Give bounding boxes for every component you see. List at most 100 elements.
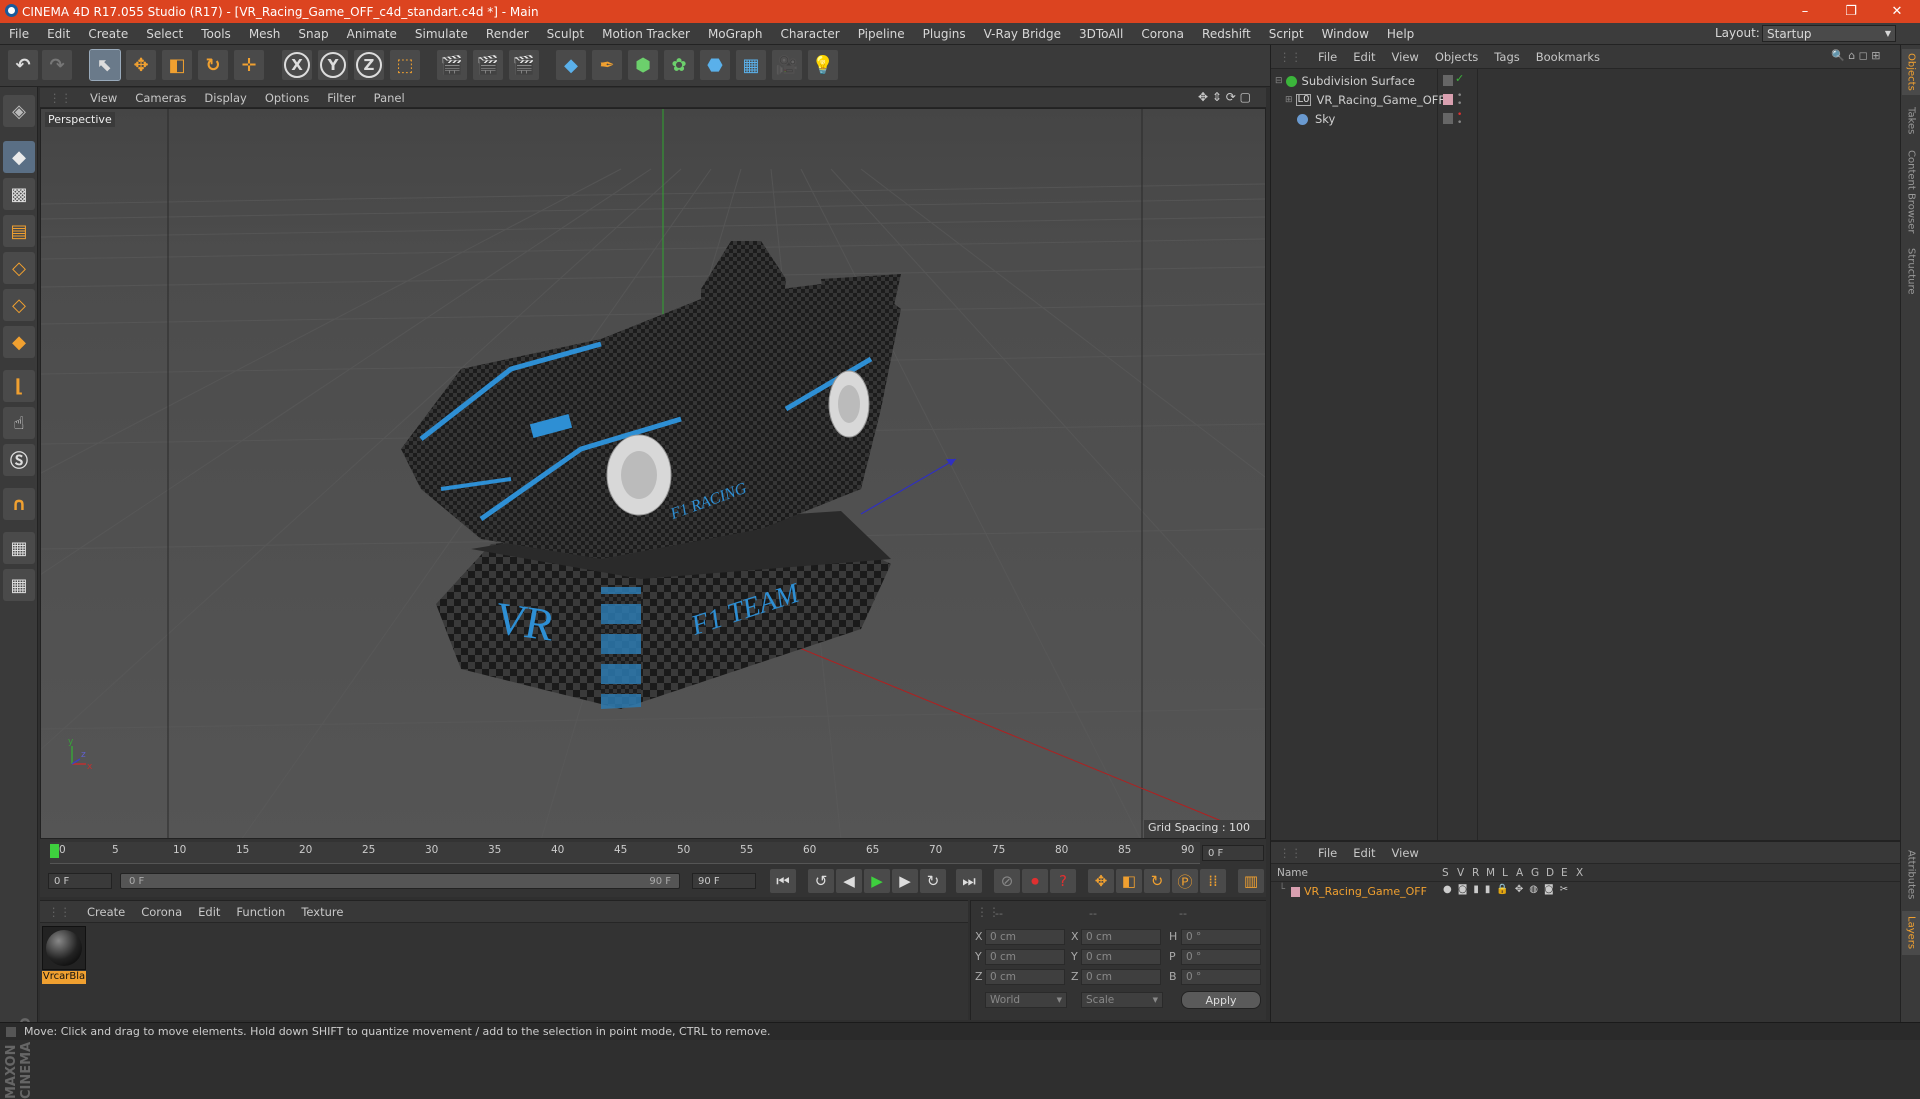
play-icon[interactable]: ▶ bbox=[864, 869, 890, 893]
previous-frame-icon[interactable]: ◀ bbox=[836, 869, 862, 893]
move-icon[interactable]: ✥ bbox=[126, 50, 156, 80]
menu-sculpt[interactable]: Sculpt bbox=[538, 27, 593, 41]
keyframe-selection-icon[interactable]: ? bbox=[1050, 869, 1076, 893]
z-axis-lock-icon[interactable]: Z bbox=[354, 50, 384, 80]
layer-row[interactable]: └ VR_Racing_Game_OFF ●◙▮▮🔒✥◍◙✂ bbox=[1271, 884, 1901, 900]
end-frame-field[interactable]: 90 F bbox=[692, 873, 756, 889]
rotate-icon[interactable]: ↻ bbox=[198, 50, 228, 80]
menu-help[interactable]: Help bbox=[1378, 27, 1423, 41]
menu-pipeline[interactable]: Pipeline bbox=[849, 27, 914, 41]
menu-script[interactable]: Script bbox=[1260, 27, 1313, 41]
edges-mode-icon[interactable]: ◇ bbox=[3, 289, 35, 321]
make-editable-icon[interactable]: ◈ bbox=[3, 95, 35, 127]
scale-icon[interactable]: ◧ bbox=[162, 50, 192, 80]
coord-system-select[interactable]: World ▼ bbox=[985, 992, 1067, 1008]
timeline-layout-icon[interactable]: ▥ bbox=[1238, 869, 1264, 893]
col-generators[interactable]: G bbox=[1531, 867, 1539, 879]
x-axis-lock-icon[interactable]: X bbox=[282, 50, 312, 80]
magnet-icon[interactable]: ∩ bbox=[3, 488, 35, 520]
col-deformers[interactable]: D bbox=[1546, 867, 1554, 879]
next-frame-icon[interactable]: ▶ bbox=[892, 869, 918, 893]
lm-menu-file[interactable]: File bbox=[1310, 846, 1345, 860]
menu-render[interactable]: Render bbox=[477, 27, 538, 41]
perspective-viewport[interactable]: VR F1 TEAM F1 RACING y x z Perspective G… bbox=[40, 108, 1266, 839]
layer-color-swatch[interactable] bbox=[1443, 94, 1453, 105]
menu-snap[interactable]: Snap bbox=[289, 27, 337, 41]
lm-menu-view[interactable]: View bbox=[1384, 846, 1427, 860]
pos-x-field[interactable]: 0 cm bbox=[985, 929, 1065, 945]
key-rotation-icon[interactable]: ↻ bbox=[1144, 869, 1170, 893]
workplane-lock-icon[interactable]: ▦ bbox=[3, 532, 35, 564]
deformer-icon[interactable]: ⬣ bbox=[700, 50, 730, 80]
material-menu-create[interactable]: Create bbox=[79, 905, 133, 919]
menu-vray-bridge[interactable]: V-Ray Bridge bbox=[975, 27, 1070, 41]
record-keys-icon[interactable]: ⊘ bbox=[994, 869, 1020, 893]
menu-create[interactable]: Create bbox=[79, 27, 137, 41]
om-search-icons[interactable]: 🔍 ⌂ ◻ ⊞ bbox=[1831, 49, 1881, 62]
key-position-icon[interactable]: ✥ bbox=[1088, 869, 1114, 893]
key-pla-icon[interactable]: ⁞⁞ bbox=[1200, 869, 1226, 893]
grid-snap-icon[interactable]: ▦ bbox=[3, 569, 35, 601]
viewport-camera-label[interactable]: Perspective bbox=[45, 112, 115, 127]
texture-mode-icon[interactable]: ▩ bbox=[3, 178, 35, 210]
tab-attributes[interactable]: Attributes bbox=[1902, 845, 1920, 905]
render-dots[interactable]: • • bbox=[1457, 111, 1462, 128]
menu-corona[interactable]: Corona bbox=[1132, 27, 1193, 41]
viewport-menu-cameras[interactable]: Cameras bbox=[126, 91, 195, 105]
next-key-icon[interactable]: ↻ bbox=[920, 869, 946, 893]
menu-animate[interactable]: Animate bbox=[338, 27, 406, 41]
camera-icon[interactable]: 🎥 bbox=[772, 50, 802, 80]
menu-motion-tracker[interactable]: Motion Tracker bbox=[593, 27, 699, 41]
polygons-mode-icon[interactable]: ◆ bbox=[3, 326, 35, 358]
layout-select[interactable]: Startup ▼ bbox=[1762, 25, 1896, 42]
coordinate-system-icon[interactable]: ⬚ bbox=[390, 50, 420, 80]
floor-icon[interactable]: ▦ bbox=[736, 50, 766, 80]
snapping-icon[interactable]: Ⓢ bbox=[3, 444, 35, 476]
axis-mode-icon[interactable]: ⌊ bbox=[3, 370, 35, 402]
current-frame-field[interactable]: 0 F bbox=[1202, 845, 1264, 861]
model-mode-icon[interactable]: ◆ bbox=[3, 141, 35, 173]
points-mode-icon[interactable]: ◇ bbox=[3, 252, 35, 284]
close-button[interactable]: ✕ bbox=[1874, 0, 1920, 23]
viewport-nav-icons[interactable]: ✥ ⇕ ⟳ ▢ bbox=[1198, 90, 1251, 104]
viewport-menu-panel[interactable]: Panel bbox=[365, 91, 414, 105]
col-name[interactable]: Name bbox=[1277, 867, 1308, 879]
apply-button[interactable]: Apply bbox=[1181, 991, 1261, 1009]
autokey-icon[interactable]: ⏺ bbox=[1022, 869, 1048, 893]
menu-select[interactable]: Select bbox=[137, 27, 192, 41]
menu-tools[interactable]: Tools bbox=[192, 27, 240, 41]
key-scale-icon[interactable]: ◧ bbox=[1116, 869, 1142, 893]
cube-object-icon[interactable]: ◆ bbox=[556, 50, 586, 80]
material-menu-function[interactable]: Function bbox=[228, 905, 293, 919]
material-menu-edit[interactable]: Edit bbox=[190, 905, 228, 919]
om-menu-objects[interactable]: Objects bbox=[1427, 50, 1486, 64]
rot-p-field[interactable]: 0 ° bbox=[1181, 949, 1261, 965]
om-menu-file[interactable]: File bbox=[1310, 50, 1345, 64]
menu-mograph[interactable]: MoGraph bbox=[699, 27, 772, 41]
pen-spline-icon[interactable]: ✒ bbox=[592, 50, 622, 80]
restore-button[interactable]: ❐ bbox=[1828, 0, 1874, 23]
om-menu-edit[interactable]: Edit bbox=[1345, 50, 1383, 64]
col-manager[interactable]: M bbox=[1486, 867, 1495, 879]
collapse-icon[interactable]: ⊟ bbox=[1275, 76, 1283, 86]
redo-icon[interactable]: ↷ bbox=[42, 50, 72, 80]
size-mode-select[interactable]: Scale ▼ bbox=[1081, 992, 1163, 1008]
pos-z-field[interactable]: 0 cm bbox=[985, 969, 1065, 985]
pos-y-field[interactable]: 0 cm bbox=[985, 949, 1065, 965]
material-menu-texture[interactable]: Texture bbox=[293, 905, 351, 919]
rot-b-field[interactable]: 0 ° bbox=[1181, 969, 1261, 985]
undo-icon[interactable]: ↶ bbox=[8, 50, 38, 80]
menu-character[interactable]: Character bbox=[771, 27, 848, 41]
menu-window[interactable]: Window bbox=[1313, 27, 1378, 41]
menu-3dtoall[interactable]: 3DToAll bbox=[1070, 27, 1132, 41]
visibility-dots[interactable] bbox=[1443, 113, 1453, 124]
subdivision-surface-icon[interactable]: ⬢ bbox=[628, 50, 658, 80]
render-settings-icon[interactable]: 🎬 bbox=[509, 50, 539, 80]
range-slider[interactable]: 0 F 90 F bbox=[120, 873, 680, 889]
light-icon[interactable]: 💡 bbox=[808, 50, 838, 80]
key-parameter-icon[interactable]: Ⓟ bbox=[1172, 869, 1198, 893]
material-menu-corona[interactable]: Corona bbox=[133, 905, 190, 919]
viewport-menu-filter[interactable]: Filter bbox=[318, 91, 364, 105]
viewport-menu-display[interactable]: Display bbox=[195, 91, 255, 105]
tab-content-browser[interactable]: Content Browser bbox=[1902, 147, 1920, 237]
